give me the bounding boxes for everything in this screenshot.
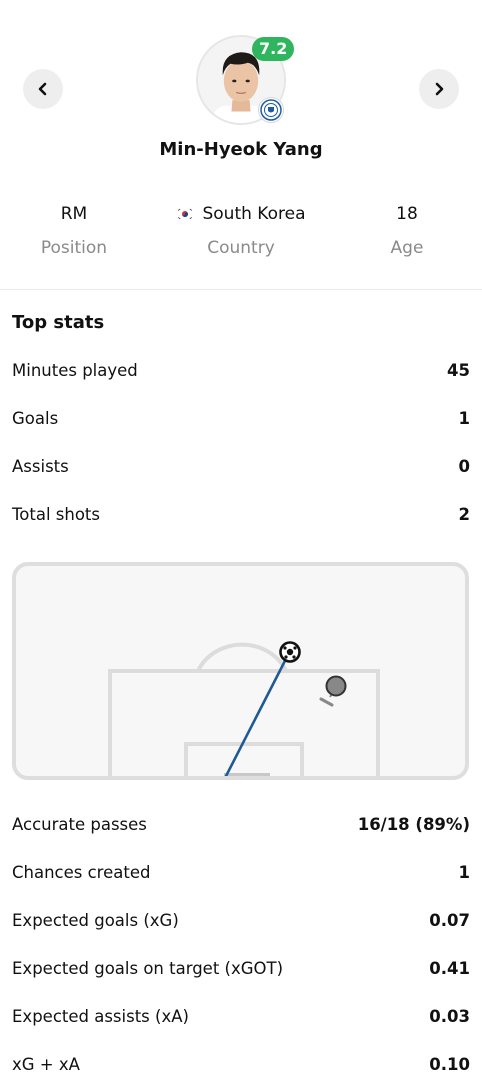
stat-row-accurate-passes: Accurate passes 16/18 (89%) — [12, 813, 470, 837]
stat-row-total-shots: Total shots 2 — [12, 503, 470, 527]
stat-row-expected-goals-on-target: Expected goals on target (xGOT) 0.41 — [12, 957, 470, 981]
chevron-right-icon — [435, 82, 444, 96]
stat-label: Minutes played — [12, 361, 138, 380]
stat-label: Expected goals (xG) — [12, 911, 179, 930]
stat-label: Assists — [12, 457, 69, 476]
position-value: RM — [60, 204, 88, 224]
stat-label: Expected goals on target (xGOT) — [12, 959, 284, 978]
shot-map-pitch — [108, 641, 380, 776]
age-label: Age — [390, 238, 424, 258]
stat-value: 1 — [458, 409, 470, 428]
player-name: Min-Hyeok Yang — [159, 139, 323, 160]
stat-row-expected-goals: Expected goals (xG) 0.07 — [12, 909, 470, 933]
stat-value: 1 — [458, 863, 470, 882]
stat-value: 0.10 — [429, 1055, 470, 1074]
stat-value: 2 — [458, 505, 470, 524]
stat-value: 0.07 — [429, 911, 470, 930]
stat-row-xg-plus-xa: xG + xA 0.10 — [12, 1053, 470, 1077]
missed-shot-marker[interactable] — [319, 675, 347, 707]
country-label: Country — [207, 238, 275, 258]
stat-row-assists: Assists 0 — [12, 455, 470, 479]
stat-label: Accurate passes — [12, 815, 147, 834]
stat-value: 0 — [458, 457, 470, 476]
six-yard-box — [184, 742, 304, 776]
stat-value: 16/18 (89%) — [357, 815, 470, 834]
stat-row-expected-assists: Expected assists (xA) 0.03 — [12, 1005, 470, 1029]
position-label: Position — [40, 238, 108, 258]
age-value: 18 — [396, 204, 418, 224]
stat-value: 0.41 — [429, 959, 470, 978]
country-info: South Korea Country — [161, 202, 321, 258]
stat-row-chances-created: Chances created 1 — [12, 861, 470, 885]
position-info: RM Position — [0, 202, 154, 258]
chevron-left-icon — [38, 82, 47, 96]
soccer-ball-icon[interactable] — [279, 641, 301, 663]
country-value: South Korea — [202, 204, 306, 224]
stat-value: 0.03 — [429, 1007, 470, 1026]
previous-player-button[interactable] — [23, 69, 63, 109]
south-korea-flag-icon — [176, 208, 195, 220]
age-info: 18 Age — [327, 202, 482, 258]
stat-row-goals: Goals 1 — [12, 407, 470, 431]
stat-label: Goals — [12, 409, 59, 428]
player-avatar-group: 7.2 — [196, 35, 295, 125]
penalty-arc — [196, 642, 288, 672]
stat-label: Chances created — [12, 863, 151, 882]
player-header: 7.2 Min-Hyeok Yang RM Position South Kor… — [0, 0, 482, 290]
stat-label: Expected assists (xA) — [12, 1007, 189, 1026]
country-value-group: South Korea — [161, 202, 321, 226]
club-crest-icon[interactable] — [258, 97, 284, 123]
top-stats-title: Top stats — [12, 312, 105, 333]
goal-mouth — [224, 773, 270, 776]
stat-label: Total shots — [12, 505, 100, 524]
shot-map[interactable] — [12, 562, 469, 780]
stat-label: xG + xA — [12, 1055, 80, 1074]
stat-value: 45 — [447, 361, 470, 380]
rating-badge: 7.2 — [252, 37, 295, 61]
stat-row-minutes-played: Minutes played 45 — [12, 359, 470, 383]
next-player-button[interactable] — [419, 69, 459, 109]
